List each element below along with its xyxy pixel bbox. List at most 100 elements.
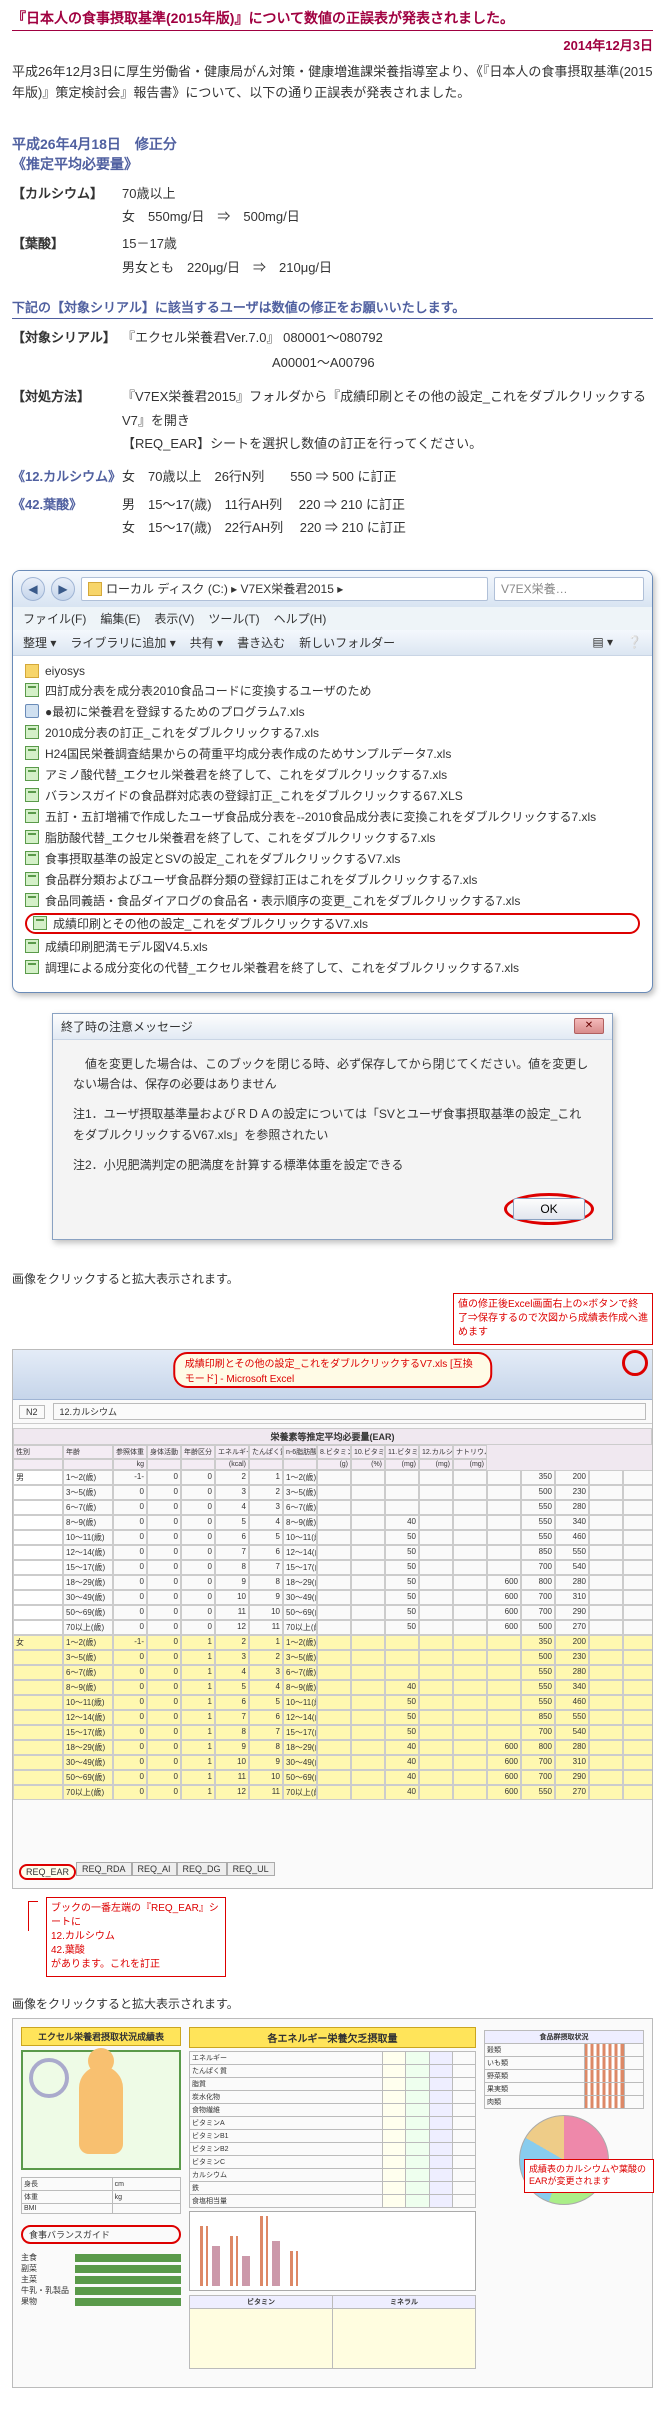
serial-value-2: A00001～A00796	[272, 352, 653, 371]
balance-guide-title: 食事バランスガイド	[21, 2225, 181, 2244]
excel-screenshot-1[interactable]: 成績印刷とその他の設定_これをダブルクリックするV7.xls [互換モード] -…	[12, 1349, 653, 1889]
file-name: ●最初に栄養君を登録するためのプログラム7.xls	[45, 703, 305, 720]
dialog-p1: 値を変更した場合は、このブックを閉じる時、必ず保存してから閉じてください。値を変…	[73, 1054, 592, 1095]
forward-button[interactable]: ▶	[51, 577, 75, 601]
file-item[interactable]: ●最初に栄養君を登録するためのプログラム7.xls	[25, 701, 640, 722]
name-box[interactable]: N2	[19, 1405, 45, 1419]
view-icon[interactable]: ▤ ▾	[592, 635, 613, 649]
file-name: 2010成分表の訂正_これをダブルクリックする7.xls	[45, 724, 319, 741]
ok-button[interactable]: OK	[513, 1198, 585, 1220]
app-icon	[25, 704, 39, 718]
close-icon[interactable]: ✕	[574, 1018, 604, 1034]
c42-value-2: 女 15～17(歳) 22行AH列 220 ⇒ 210 に訂正	[122, 516, 653, 539]
iodine-value: 男女とも 220μg/日 ⇒ 210μg/日	[122, 256, 653, 279]
c12-value: 女 70歳以上 26行N列 550 ⇒ 500 に訂正	[122, 465, 653, 488]
sheet-tab[interactable]: REQ_DG	[177, 1862, 227, 1876]
intro-text: 平成26年12月3日に厚生労働省・健康局がん対策・健康増進課栄養指導室より、《『…	[12, 62, 653, 104]
iodine-age: 15－17歳	[122, 232, 653, 255]
file-name: アミノ酸代替_エクセル栄養君を終了して、これをダブルクリックする7.xls	[45, 766, 447, 783]
serial-value-1: 『エクセル栄養君Ver.7.0』 080001～080792	[122, 327, 653, 346]
menu-item[interactable]: 表示(V)	[154, 610, 194, 627]
xls-icon	[25, 851, 39, 865]
toolbar-item[interactable]: 整理 ▾	[23, 634, 56, 651]
xls-icon	[25, 939, 39, 953]
file-name: 四訂成分表を成分表2010食品コードに変換するユーザのため	[45, 682, 371, 699]
body-figure	[21, 2050, 181, 2170]
iodine-label: 【葉酸】	[12, 232, 122, 279]
image-caption-1: 画像をクリックすると拡大表示されます。	[12, 1270, 653, 1287]
formula-bar[interactable]: 12.カルシウム	[53, 1403, 646, 1420]
excel-titlebar: 成績印刷とその他の設定_これをダブルクリックするV7.xls [互換モード] -…	[173, 1352, 493, 1388]
dialog-p2: 注1．ユーザ摂取基準量およびＲＤＡの設定については「SVとユーザ食事摂取基準の設…	[73, 1104, 592, 1145]
search-placeholder: V7EX栄養…	[501, 580, 568, 597]
menu-item[interactable]: ヘルプ(H)	[274, 610, 327, 627]
block-title: 各エネルギー栄養欠乏摂取量	[189, 2027, 476, 2048]
spreadsheet-grid[interactable]: 栄養素等推定平均必要量(EAR)性別年齢参照体重身体活動年齢区分エネルギーたんぱ…	[13, 1428, 652, 1858]
xls-icon	[25, 683, 39, 697]
file-item[interactable]: 成績印刷肥満モデル図V4.5.xls	[25, 936, 640, 957]
page-title: 『日本人の食事摂取基準(2015年版)』について数値の正誤表が発表されました。	[12, 8, 653, 31]
address-path: ローカル ディスク (C:) ▸ V7EX栄養君2015 ▸	[106, 580, 343, 597]
file-item[interactable]: 五訂・五訂増補で作成したユーザ食品成分表を--2010食品成分表に変換これをダブ…	[25, 806, 640, 827]
xls-icon	[25, 830, 39, 844]
file-name: バランスガイドの食品群対応表の登録訂正_これをダブルクリックする67.XLS	[45, 787, 463, 804]
xls-icon	[25, 767, 39, 781]
file-item[interactable]: 調理による成分変化の代替_エクセル栄養君を終了して、これをダブルクリックする7.…	[25, 957, 640, 978]
file-item[interactable]: 食事摂取基準の設定とSVの設定_これをダブルクリックするV7.xls	[25, 848, 640, 869]
file-item[interactable]: H24国民栄養調査結果からの荷重平均成分表作成のためサンプルデータ7.xls	[25, 743, 640, 764]
menu-item[interactable]: ツール(T)	[208, 610, 259, 627]
xls-icon	[33, 916, 47, 930]
xls-icon	[25, 872, 39, 886]
address-bar[interactable]: ローカル ディスク (C:) ▸ V7EX栄養君2015 ▸	[81, 577, 488, 601]
toolbar-item[interactable]: 書き込む	[237, 634, 285, 651]
dialog-title: 終了時の注意メッセージ	[61, 1018, 193, 1035]
sheet-tab[interactable]: REQ_UL	[227, 1862, 275, 1876]
help-icon[interactable]: ❔	[627, 635, 642, 649]
serial-label: 【対象シリアル】	[12, 327, 122, 346]
top-annotation: 値の修正後Excel画面右上の×ボタンで終了⇒保存するので次図から成績表作成へ進…	[453, 1293, 653, 1345]
method-line-1: 『V7EX栄養君2015』フォルダから『成績印刷とその他の設定_これをダブルクリ…	[122, 385, 653, 432]
file-item[interactable]: 2010成分表の訂正_これをダブルクリックする7.xls	[25, 722, 640, 743]
file-item[interactable]: バランスガイドの食品群対応表の登録訂正_これをダブルクリックする67.XLS	[25, 785, 640, 806]
sheet-tab[interactable]: REQ_AI	[132, 1862, 177, 1876]
drive-icon	[88, 582, 102, 596]
file-name: 五訂・五訂増補で作成したユーザ食品成分表を--2010食品成分表に変換これをダブ…	[45, 808, 596, 825]
menu-item[interactable]: ファイル(F)	[23, 610, 86, 627]
file-name: 食品群分類およびユーザ食品群分類の登録訂正はこれをダブルクリックする7.xls	[45, 871, 477, 888]
close-highlight	[622, 1350, 648, 1376]
folder-icon	[25, 664, 39, 678]
image-caption-2: 画像をクリックすると拡大表示されます。	[12, 1995, 653, 2012]
section-name: 《推定平均必要量》	[12, 154, 653, 174]
search-input[interactable]: V7EX栄養…	[494, 577, 644, 601]
calcium-label: 【カルシウム】	[12, 182, 122, 229]
file-item[interactable]: 成績印刷とその他の設定_これをダブルクリックするV7.xls	[25, 913, 640, 934]
c42-value-1: 男 15～17(歳) 11行AH列 220 ⇒ 210 に訂正	[122, 493, 653, 516]
calcium-age: 70歳以上	[122, 182, 653, 205]
excel-screenshot-2[interactable]: エクセル栄養君摂取状況成績表 身長cm体重kgBMI 食事バランスガイド 主食副…	[12, 2018, 653, 2388]
file-name: 脂肪酸代替_エクセル栄養君を終了して、これをダブルクリックする7.xls	[45, 829, 435, 846]
method-label: 【対処方法】	[12, 385, 122, 455]
menu-item[interactable]: 編集(E)	[100, 610, 140, 627]
toolbar-item[interactable]: 共有 ▾	[190, 634, 223, 651]
bottom-annotation: ブックの一番左端の『REQ_EAR』シートに 12.カルシウム 42.葉酸 があ…	[46, 1897, 226, 1977]
toolbar-item[interactable]: 新しいフォルダー	[299, 634, 395, 651]
menu-bar: ファイル(F) 編集(E) 表示(V) ツール(T) ヘルプ(H)	[13, 607, 652, 630]
bar-chart	[189, 2211, 476, 2291]
xls-icon	[25, 960, 39, 974]
file-item[interactable]: eiyosys	[25, 662, 640, 680]
report-title: エクセル栄養君摂取状況成績表	[21, 2027, 181, 2046]
xls-icon	[25, 725, 39, 739]
file-item[interactable]: アミノ酸代替_エクセル栄養君を終了して、これをダブルクリックする7.xls	[25, 764, 640, 785]
file-item[interactable]: 食品群分類およびユーザ食品群分類の登録訂正はこれをダブルクリックする7.xls	[25, 869, 640, 890]
sheet-tab[interactable]: REQ_RDA	[76, 1862, 132, 1876]
file-name: 成績印刷肥満モデル図V4.5.xls	[45, 938, 208, 955]
file-item[interactable]: 食品同義語・食品ダイアログの食品名・表示順序の変更_これをダブルクリックする7.…	[25, 890, 640, 911]
file-item[interactable]: 四訂成分表を成分表2010食品コードに変換するユーザのため	[25, 680, 640, 701]
file-name: H24国民栄養調査結果からの荷重平均成分表作成のためサンプルデータ7.xls	[45, 745, 451, 762]
file-name: 成績印刷とその他の設定_これをダブルクリックするV7.xls	[53, 915, 368, 932]
file-item[interactable]: 脂肪酸代替_エクセル栄養君を終了して、これをダブルクリックする7.xls	[25, 827, 640, 848]
back-button[interactable]: ◀	[21, 577, 45, 601]
sheet-tab-active[interactable]: REQ_EAR	[19, 1864, 76, 1880]
toolbar-item[interactable]: ライブラリに追加 ▾	[70, 634, 175, 651]
calcium-value: 女 550mg/日 ⇒ 500mg/日	[122, 205, 653, 228]
